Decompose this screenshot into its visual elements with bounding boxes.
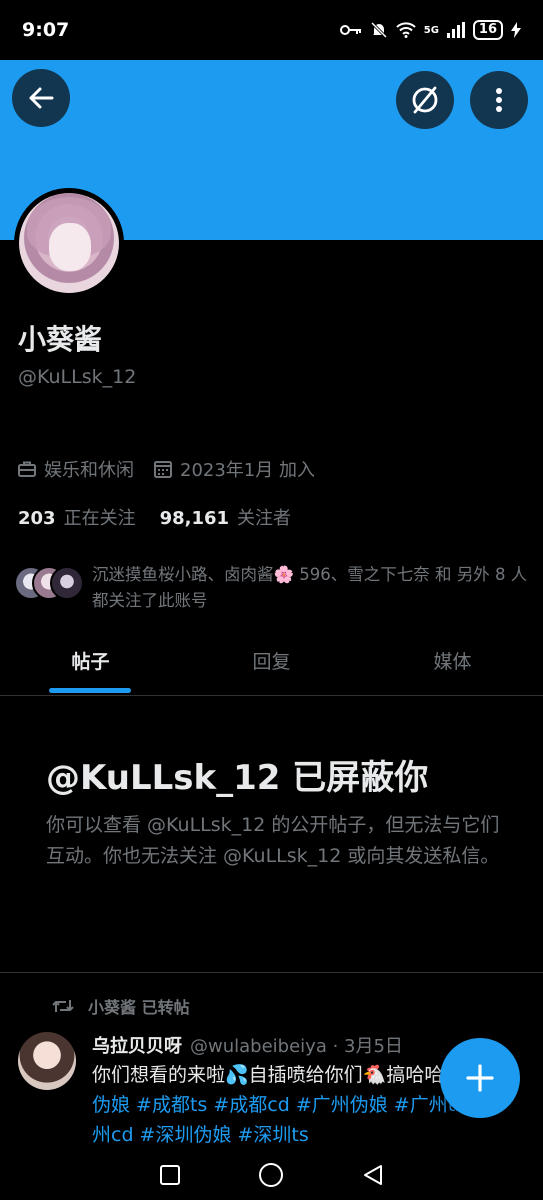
status-time: 9:07 <box>22 19 70 41</box>
joined-item: 2023年1月 加入 <box>154 456 315 482</box>
post-author-name[interactable]: 乌拉贝贝呀 <box>92 1032 182 1058</box>
repost-icon <box>52 1000 74 1012</box>
key-icon <box>339 25 361 35</box>
known-follower-avatars <box>14 562 86 602</box>
followers-label: 关注者 <box>237 508 292 529</box>
avatar-image <box>19 193 119 293</box>
charging-icon <box>511 22 521 38</box>
post-author-avatar[interactable] <box>18 1032 76 1090</box>
post-header: 乌拉贝贝呀 @wulabeibeiya · 3月5日 <box>92 1032 403 1058</box>
joined-label: 2023年1月 加入 <box>180 460 315 481</box>
known-followers[interactable]: 沉迷摸鱼桜小路、卤肉酱🌸 596、雪之下七奈 和 另外 8 人 都关注了此账号 <box>14 562 534 614</box>
wifi-icon <box>396 22 416 38</box>
battery-indicator: 16 <box>472 20 503 40</box>
followers-link[interactable]: 98,161 关注者 <box>160 504 291 530</box>
arrow-left-icon <box>29 87 54 109</box>
briefcase-icon <box>18 461 36 477</box>
profile-meta: 娱乐和休闲 2023年1月 加入 <box>18 456 335 482</box>
display-name: 小葵酱 <box>18 323 103 356</box>
status-icons: 5G 16 <box>339 20 521 40</box>
calendar-icon <box>154 461 172 478</box>
more-vertical-icon <box>496 88 502 112</box>
category-label: 娱乐和休闲 <box>44 460 134 481</box>
status-bar: 9:07 5G 16 <box>0 0 543 60</box>
more-options-button[interactable] <box>470 71 528 129</box>
divider <box>0 972 543 973</box>
tab-media[interactable]: 媒体 <box>362 634 543 695</box>
signal-icon <box>446 22 465 38</box>
home-icon[interactable] <box>258 1162 284 1188</box>
tab-posts[interactable]: 帖子 <box>0 634 181 695</box>
system-nav-bar <box>0 1150 543 1200</box>
plus-icon <box>466 1064 494 1092</box>
following-label: 正在关注 <box>63 508 136 529</box>
category-item: 娱乐和休闲 <box>18 456 134 482</box>
repost-label: 小葵酱 已转帖 <box>88 998 190 1017</box>
follow-stats: 203 正在关注 98,161 关注者 <box>18 504 291 530</box>
bell-muted-icon <box>370 21 387 39</box>
profile-tabs: 帖子 回复 媒体 <box>0 634 543 696</box>
known-followers-text: 沉迷摸鱼桜小路、卤肉酱🌸 596、雪之下七奈 和 另外 8 人 都关注了此账号 <box>92 565 528 610</box>
active-tab-indicator <box>49 688 131 693</box>
back-nav-icon[interactable] <box>361 1163 385 1187</box>
recents-icon[interactable] <box>159 1164 181 1186</box>
followers-count: 98,161 <box>159 508 230 529</box>
blocked-title: @KuLLsk_12 已屏蔽你 <box>46 758 429 798</box>
block-icon <box>412 86 438 114</box>
user-handle: @KuLLsk_12 <box>18 366 137 388</box>
post-text: 你们想看的来啦💦自插喷给你们🐔搞哈哈 <box>92 1064 444 1086</box>
tab-replies[interactable]: 回复 <box>181 634 362 695</box>
back-button[interactable] <box>12 69 70 127</box>
following-link[interactable]: 203 正在关注 <box>18 504 136 530</box>
repost-indicator: 小葵酱 已转帖 <box>52 994 190 1018</box>
compose-button[interactable] <box>440 1038 520 1118</box>
blocked-description: 你可以查看 @KuLLsk_12 的公开帖子，但无法与它们互动。你也无法关注 @… <box>46 814 500 867</box>
network-label: 5G <box>423 24 439 36</box>
known-follower-avatar <box>50 566 84 600</box>
blocked-status-button[interactable] <box>396 71 454 129</box>
post-author-handle[interactable]: @wulabeibeiya · 3月5日 <box>190 1032 403 1058</box>
following-count: 203 <box>18 508 56 529</box>
profile-avatar[interactable] <box>14 188 124 298</box>
